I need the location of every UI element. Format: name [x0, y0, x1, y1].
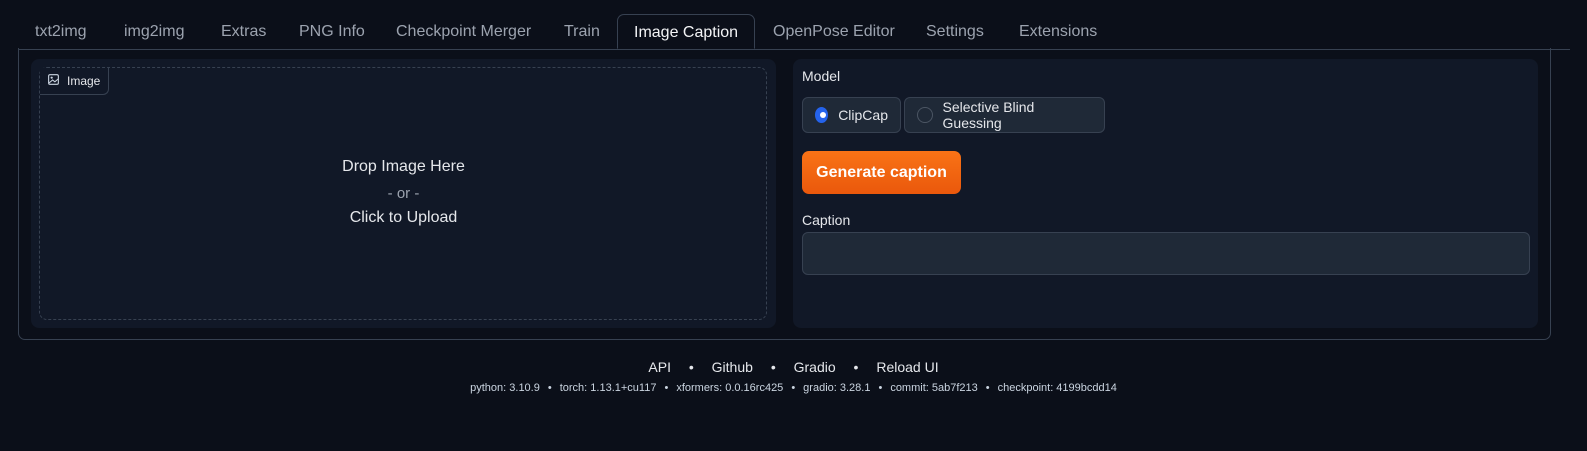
radio-selective-blind-guessing-label: Selective Blind Guessing — [942, 99, 1035, 131]
version-separator: • — [664, 382, 669, 394]
image-label-text: Image — [67, 74, 101, 88]
version-separator: • — [878, 382, 883, 394]
radio-unchecked-icon[interactable] — [917, 107, 933, 123]
radio-clipcap[interactable]: ClipCap — [802, 97, 901, 133]
drop-image-text: Drop Image Here — [342, 158, 465, 175]
footer-separator: • — [853, 359, 859, 375]
version-separator: • — [547, 382, 552, 394]
api-link[interactable]: API — [648, 359, 671, 375]
version-separator: • — [985, 382, 990, 394]
radio-selective-blind-guessing[interactable]: Selective Blind Guessing — [904, 97, 1105, 133]
tab-img2img[interactable]: img2img — [124, 14, 184, 49]
click-to-upload-text[interactable]: Click to Upload — [40, 209, 767, 227]
image-icon — [48, 74, 59, 88]
version-checkpoint: checkpoint: 4199bcdd14 — [997, 382, 1117, 394]
version-separator: • — [791, 382, 796, 394]
footer-separator: • — [770, 359, 776, 375]
tab-train[interactable]: Train — [564, 14, 600, 49]
tab-extensions[interactable]: Extensions — [1019, 14, 1097, 49]
footer-separator: • — [688, 359, 694, 375]
tab-image-caption[interactable]: Image Caption — [617, 14, 756, 49]
tab-png-info[interactable]: PNG Info — [299, 14, 365, 49]
version-gradio: gradio: 3.28.1 — [803, 382, 871, 394]
tab-openpose-editor[interactable]: OpenPose Editor — [773, 14, 895, 49]
tab-settings[interactable]: Settings — [926, 14, 984, 49]
gradio-link[interactable]: Gradio — [794, 359, 836, 375]
tab-extras[interactable]: Extras — [221, 14, 266, 49]
caption-textbox[interactable] — [802, 232, 1530, 275]
tab-checkpoint-merger[interactable]: Checkpoint Merger — [396, 14, 531, 49]
radio-checked-icon[interactable] — [815, 107, 829, 123]
tab-txt2img[interactable]: txt2img — [35, 14, 87, 49]
caption-label: Caption — [802, 212, 851, 228]
version-commit: commit: 5ab7f213 — [890, 382, 978, 394]
github-link[interactable]: Github — [712, 359, 753, 375]
reload-ui-link[interactable]: Reload UI — [876, 359, 938, 375]
version-xformers: xformers: 0.0.16rc425 — [676, 382, 784, 394]
footer-links: API • Github • Gradio • Reload UI — [0, 359, 1587, 375]
version-python: python: 3.10.9 — [470, 382, 540, 394]
model-label: Model — [802, 68, 841, 84]
tab-bar: txt2img img2img Extras PNG Info Checkpoi… — [18, 14, 1570, 50]
or-text: - or - — [387, 185, 420, 202]
version-info: python: 3.10.9 • torch: 1.13.1+cu117 • xform… — [0, 382, 1587, 394]
generate-caption-button[interactable]: Generate caption — [802, 151, 961, 194]
version-torch: torch: 1.13.1+cu117 — [559, 382, 657, 394]
radio-clipcap-label: ClipCap — [838, 107, 888, 123]
image-label: Image — [40, 68, 110, 95]
